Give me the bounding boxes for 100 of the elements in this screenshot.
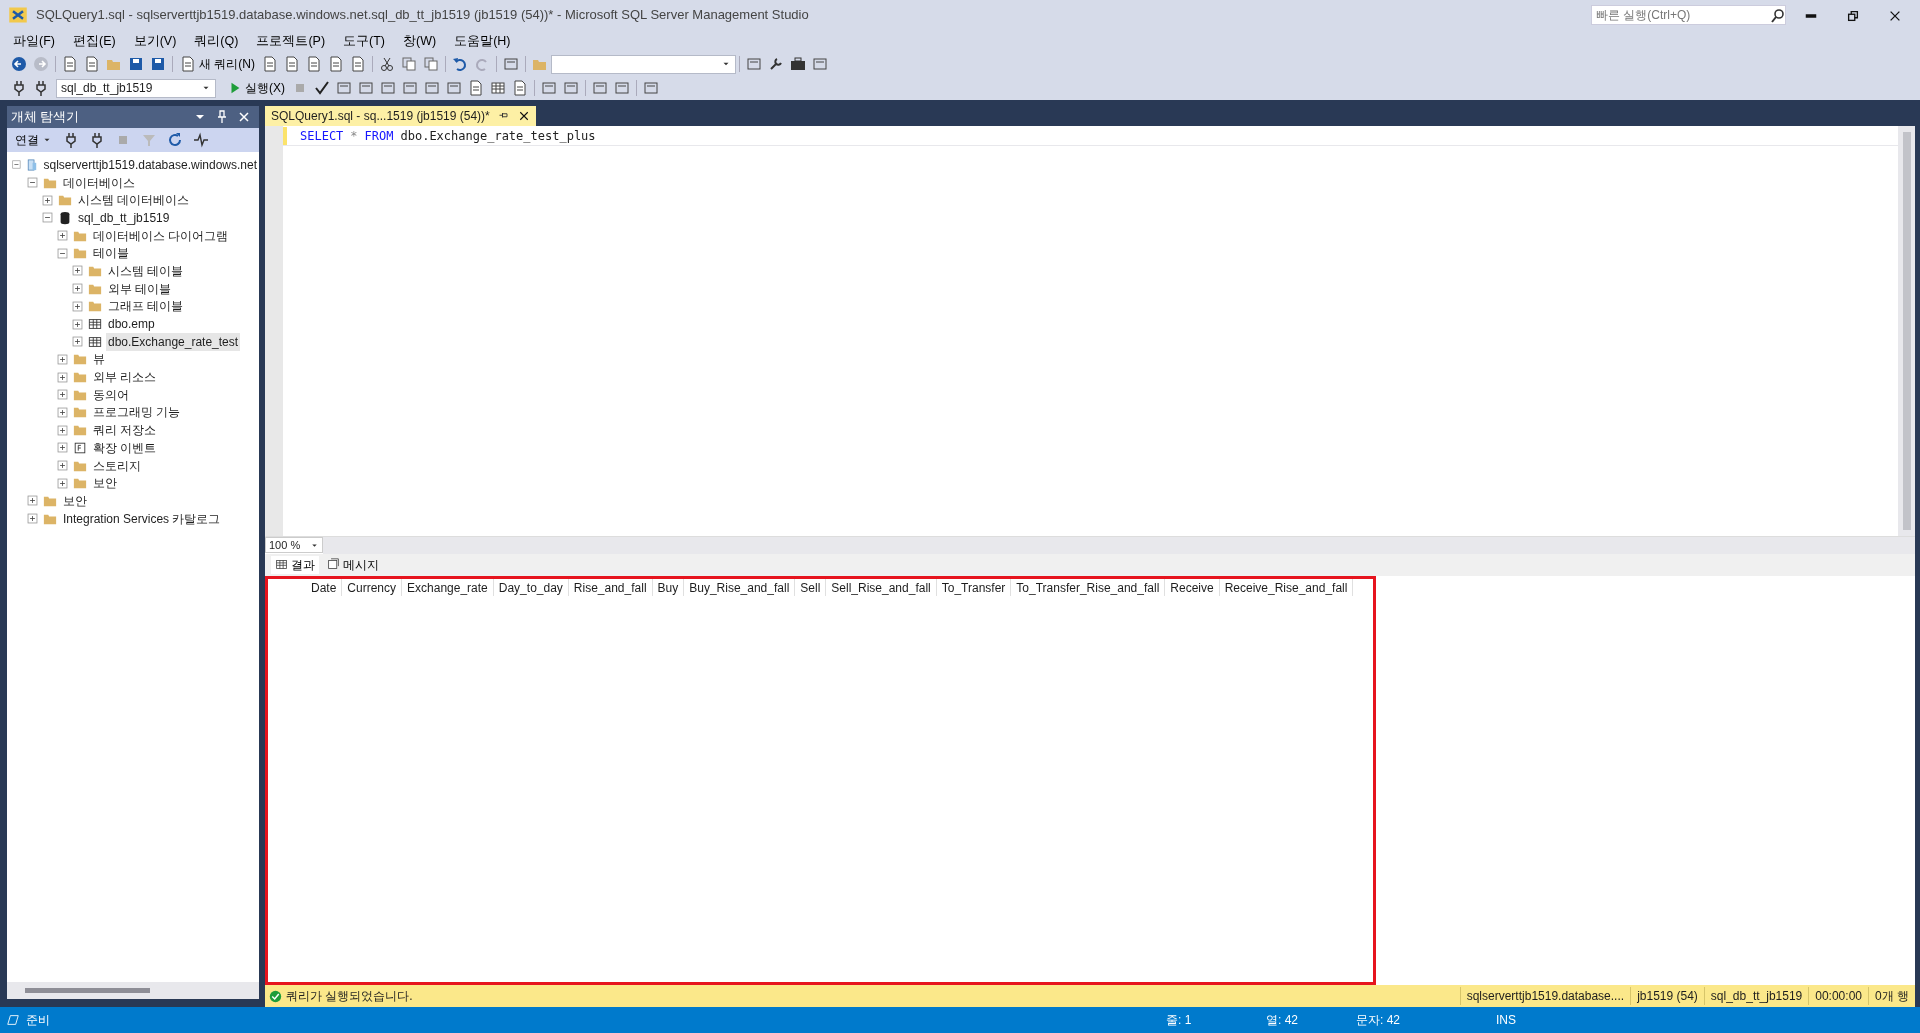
grid-icon xyxy=(275,558,288,571)
messages-icon xyxy=(327,558,340,571)
database-icon xyxy=(58,210,72,225)
results-tab[interactable]: 메시지 xyxy=(323,555,383,574)
results-tab[interactable]: 결과 xyxy=(271,555,319,574)
status-icon xyxy=(6,1013,20,1027)
collapse-icon[interactable] xyxy=(41,211,54,225)
status-text: jb1519 (54) xyxy=(1630,987,1704,1005)
cut-icon xyxy=(379,56,395,72)
scrollbar[interactable] xyxy=(1898,126,1915,536)
expand-icon[interactable] xyxy=(56,352,69,366)
tree-item[interactable]: 데이터베이스 다이어그램 xyxy=(91,226,231,245)
tree-item[interactable]: dbo.Exchange_rate_test xyxy=(106,332,241,351)
window-title: SQLQuery1.sql - sqlserverttjb1519.database.windows.net.sql_db_tt_jb1519 (jb1519 (54))* - Microsoft SQL Server Management Studio xyxy=(36,6,810,25)
tree-item[interactable]: sqlserverttjb1519.database.windows.net xyxy=(41,155,259,174)
expand-icon[interactable] xyxy=(56,370,69,384)
connect-dropdown[interactable]: 연결 xyxy=(11,130,56,150)
tree-item[interactable]: 프로그래밍 기능 xyxy=(91,403,183,422)
tree-item[interactable]: 데이터베이스 xyxy=(61,173,137,192)
success-icon xyxy=(269,989,282,1003)
redo-icon xyxy=(474,56,490,72)
new-query-button[interactable]: 새 쿼리(N) xyxy=(176,54,259,74)
connect-icon xyxy=(63,132,79,148)
tree-item[interactable]: 시스템 테이블 xyxy=(106,261,186,280)
tree-item[interactable]: 시스템 데이터베이스 xyxy=(76,191,192,210)
collapse-icon[interactable] xyxy=(56,246,69,260)
table-icon xyxy=(88,334,102,349)
folder-icon xyxy=(88,299,102,314)
server-icon xyxy=(25,157,38,172)
tree-item[interactable]: 그래프 테이블 xyxy=(106,297,186,316)
execute-button[interactable]: 실행(X) xyxy=(224,78,289,98)
menu-item[interactable]: 도움말(H) xyxy=(445,31,520,51)
toolbox-icon xyxy=(790,56,806,72)
tree-item[interactable]: 외부 리소스 xyxy=(91,368,159,387)
forward-icon xyxy=(33,56,49,72)
tree-item[interactable]: 쿼리 저장소 xyxy=(91,421,159,440)
tree-item[interactable]: 스토리지 xyxy=(91,456,143,475)
properties-icon xyxy=(768,56,784,72)
expand-icon[interactable] xyxy=(56,423,69,437)
expand-icon[interactable] xyxy=(71,299,84,313)
results-grid-icon xyxy=(490,80,506,96)
expand-icon[interactable] xyxy=(56,441,69,455)
menu-item[interactable]: 프로젝트(P) xyxy=(247,31,335,51)
close-icon xyxy=(517,110,530,122)
connect-icon xyxy=(11,80,27,96)
folder-icon xyxy=(73,352,87,367)
menu-item[interactable]: 파일(F) xyxy=(4,31,64,51)
folder-icon xyxy=(73,370,87,385)
menu-item[interactable]: 창(W) xyxy=(394,31,446,51)
scrollbar[interactable] xyxy=(7,982,259,999)
expand-icon[interactable] xyxy=(71,282,84,296)
expand-icon[interactable] xyxy=(56,388,69,402)
expand-icon[interactable] xyxy=(56,405,69,419)
expand-icon[interactable] xyxy=(26,512,39,526)
tree-item[interactable]: sql_db_tt_jb1519 xyxy=(76,208,172,227)
expand-icon[interactable] xyxy=(71,335,84,349)
expand-icon[interactable] xyxy=(56,459,69,473)
folder-icon xyxy=(58,193,72,208)
expand-icon[interactable] xyxy=(71,264,84,278)
editor-tab[interactable]: SQLQuery1.sql - sq...1519 (jb1519 (54))* xyxy=(265,106,536,126)
status-message: 쿼리가 실행되었습니다. xyxy=(286,988,414,1005)
query-editor[interactable]: SELECT * FROM dbo.Exchange_rate_test_plus xyxy=(265,126,1915,536)
tree-item[interactable]: 보안 xyxy=(61,491,89,510)
tree-item[interactable]: 보안 xyxy=(91,474,119,493)
collapse-icon[interactable] xyxy=(26,176,39,190)
tree-item[interactable]: 외부 테이블 xyxy=(106,279,174,298)
panel-title: 개체 탐색기 xyxy=(11,108,81,126)
new-file-icon xyxy=(84,56,100,72)
expand-icon[interactable] xyxy=(56,476,69,490)
table-icon xyxy=(88,317,102,332)
menu-item[interactable]: 쿼리(Q) xyxy=(185,31,248,51)
restore-icon xyxy=(1846,8,1860,23)
tree-item[interactable]: 뷰 xyxy=(91,350,107,369)
refresh-icon xyxy=(167,132,183,148)
folder-icon xyxy=(73,476,87,491)
menu-item[interactable]: 보기(V) xyxy=(124,31,186,51)
tree-item[interactable]: 동의어 xyxy=(91,385,131,404)
status-text: 0개 행 xyxy=(1868,987,1915,1005)
menu-item[interactable]: 편집(E) xyxy=(63,31,125,51)
tree-item[interactable]: dbo.emp xyxy=(106,315,157,334)
tree-item[interactable]: 확장 이벤트 xyxy=(91,438,159,457)
folder-icon xyxy=(73,246,87,261)
expand-icon[interactable] xyxy=(71,317,84,331)
status-text: INS xyxy=(1496,1012,1517,1029)
tree-item[interactable]: 테이블 xyxy=(91,244,131,263)
copy-icon xyxy=(401,56,417,72)
zoom-combo[interactable]: 100 % xyxy=(265,537,323,553)
scrollbar[interactable] xyxy=(323,536,1915,554)
expand-icon[interactable] xyxy=(56,229,69,243)
expand-icon[interactable] xyxy=(41,193,54,207)
database-combo[interactable]: sql_db_tt_jb1519 xyxy=(56,78,216,98)
quick-launch-field[interactable]: 빠른 실행(Ctrl+Q) xyxy=(1591,5,1786,25)
status-text: sqlserverttjb1519.database.... xyxy=(1459,987,1631,1005)
app-logo-icon xyxy=(8,5,28,25)
status-text: sql_db_tt_jb1519 xyxy=(1703,987,1809,1005)
expand-icon[interactable] xyxy=(26,494,39,508)
save-all-icon xyxy=(150,56,166,72)
folder-icon xyxy=(73,405,87,420)
menu-item[interactable]: 도구(T) xyxy=(334,31,394,51)
tree-item[interactable]: Integration Services 카탈로그 xyxy=(61,509,223,528)
